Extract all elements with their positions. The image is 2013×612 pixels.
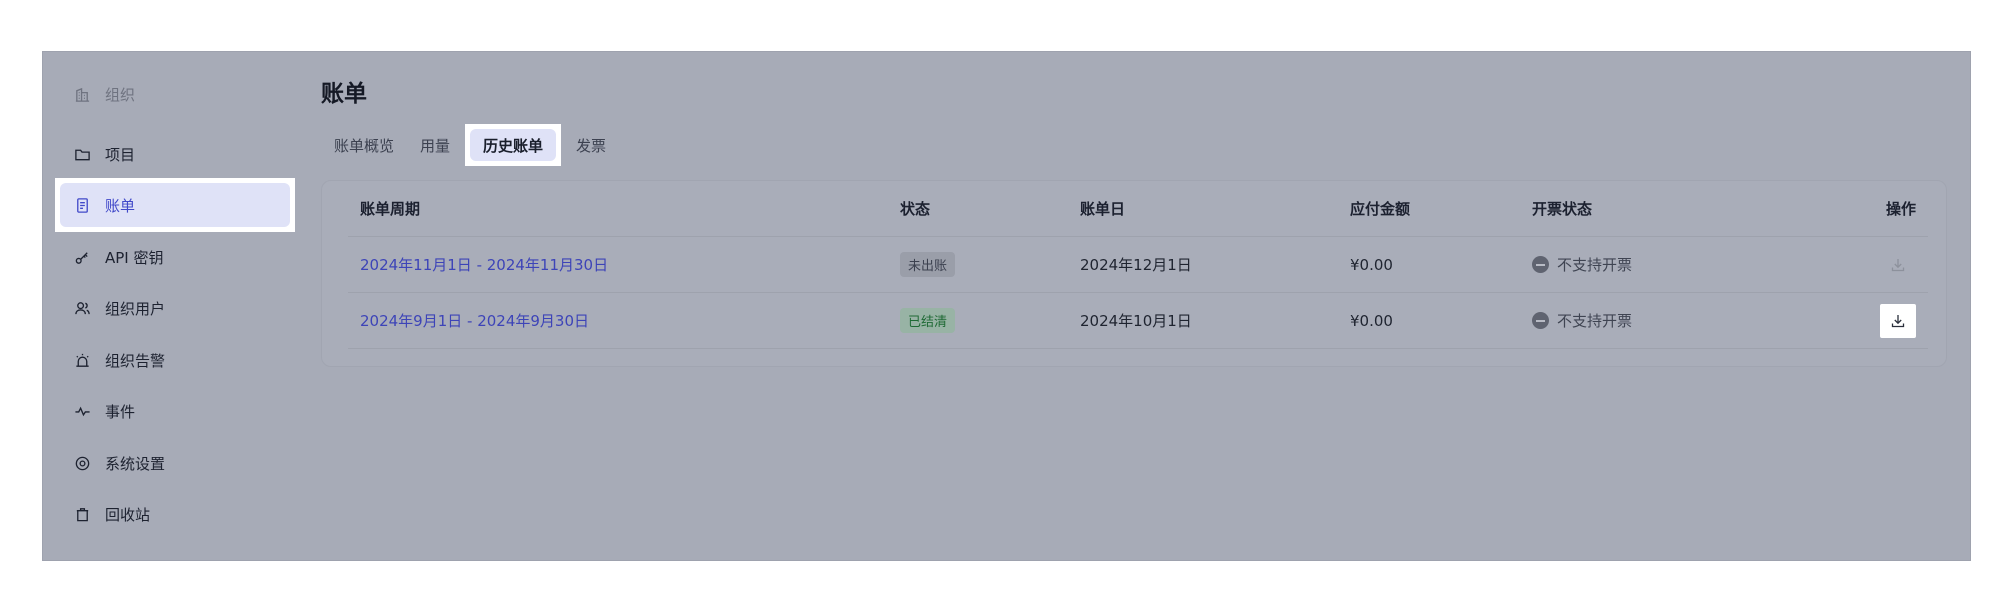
tab-billing-overview[interactable]: 账单概览 [321,129,407,161]
main-content: 账单 账单概览 用量 历史账单 发票 账单周期 状态 账单日 应付金额 开票状态… [321,52,1970,560]
column-header-status: 状态 [900,200,931,218]
tab-bill-history[interactable]: 历史账单 [465,124,562,166]
download-button[interactable] [1880,303,1916,338]
page-title: 账单 [321,81,367,107]
bill-period-link[interactable]: 2024年9月1日 - 2024年9月30日 [360,310,589,331]
status-badge: 未出账 [900,252,956,277]
bill-history-card: 账单周期 状态 账单日 应付金额 开票状态 操作 2024年11月1日 - 20… [321,180,1947,367]
settings-icon [73,454,91,472]
bill-date: 2024年12月1日 [1080,256,1192,274]
sidebar-item-organization[interactable]: 组织 [60,72,292,116]
download-icon [1891,314,1905,327]
amount-due: ¥0.00 [1350,255,1393,274]
column-header-amount: 应付金额 [1350,200,1411,218]
amount-due: ¥0.00 [1350,311,1393,330]
trash-icon [73,505,91,523]
folder-icon [73,145,91,163]
sidebar-item-events[interactable]: 事件 [60,389,292,433]
sidebar-item-label: 组织 [105,85,136,104]
pulse-icon [73,402,91,420]
status-badge: 已结清 [900,308,956,333]
sidebar-item-org-alerts[interactable]: 组织告警 [60,338,292,382]
bill-period-link[interactable]: 2024年11月1日 - 2024年11月30日 [360,254,608,275]
tab-label: 用量 [420,136,451,155]
sidebar-item-label: 组织用户 [105,299,166,318]
minus-circle-icon [1532,312,1549,329]
key-icon [73,248,91,266]
invoice-status-text: 不支持开票 [1557,256,1633,274]
sidebar-item-label: 事件 [105,402,136,421]
sidebar-item-label: 回收站 [105,505,151,524]
sidebar-item-recycle-bin[interactable]: 回收站 [60,492,292,536]
download-button[interactable] [1880,248,1916,282]
bill-date: 2024年10月1日 [1080,312,1192,330]
app-window: 组织 项目 账单 API 密钥 组织用户 组织告警 事件 系统设置 回收站 账单… [42,51,1971,561]
invoice-status: 不支持开票 [1532,310,1632,331]
sidebar-item-label: 项目 [105,145,136,164]
sidebar-item-label: 系统设置 [105,454,166,473]
sidebar: 组织 项目 账单 API 密钥 组织用户 组织告警 事件 系统设置 回收站 [43,52,295,560]
tab-usage[interactable]: 用量 [407,129,463,161]
table-header-row: 账单周期 状态 账单日 应付金额 开票状态 操作 [348,181,1928,237]
column-header-invoice-status: 开票状态 [1532,200,1593,218]
minus-circle-icon [1532,256,1549,273]
column-header-actions: 操作 [1885,200,1916,218]
table-row: 2024年11月1日 - 2024年11月30日 未出账 2024年12月1日 … [348,237,1928,293]
column-header-period: 账单周期 [360,200,421,218]
column-header-bill-date: 账单日 [1080,200,1126,218]
sidebar-item-projects[interactable]: 项目 [60,132,292,176]
tab-invoices[interactable]: 发票 [563,129,619,161]
download-icon [1891,258,1905,271]
users-icon [73,299,91,317]
sidebar-item-label: 组织告警 [105,351,166,370]
tab-label: 历史账单 [483,136,544,155]
sidebar-item-org-users[interactable]: 组织用户 [60,286,292,330]
table-row: 2024年9月1日 - 2024年9月30日 已结清 2024年10月1日 ¥0… [348,293,1928,349]
building-icon [73,85,91,103]
bill-icon [73,196,91,214]
tab-label: 发票 [576,136,607,155]
sidebar-item-label: 账单 [105,196,136,215]
alarm-icon [73,351,91,369]
invoice-status-text: 不支持开票 [1557,312,1633,330]
invoice-status: 不支持开票 [1532,254,1632,275]
sidebar-item-api-keys[interactable]: API 密钥 [60,235,292,279]
tab-label: 账单概览 [334,136,395,155]
billing-tabs: 账单概览 用量 历史账单 发票 [321,124,619,166]
sidebar-item-billing[interactable]: 账单 [55,178,295,232]
sidebar-item-label: API 密钥 [105,248,164,267]
sidebar-item-system-settings[interactable]: 系统设置 [60,441,292,485]
bill-history-table: 账单周期 状态 账单日 应付金额 开票状态 操作 2024年11月1日 - 20… [348,181,1928,349]
